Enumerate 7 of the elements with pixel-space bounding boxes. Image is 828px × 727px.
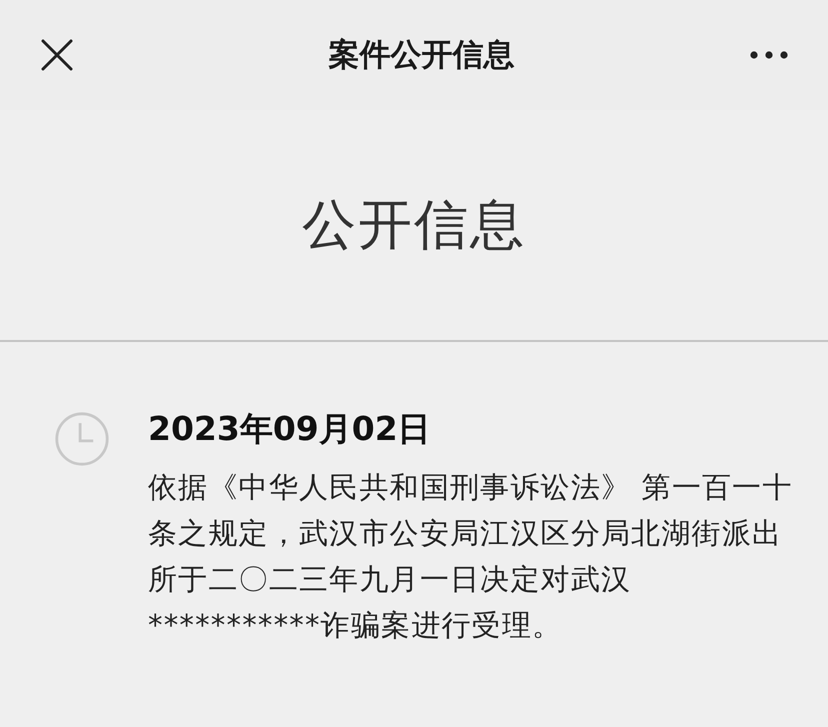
entry-date: 2023年09月02日 bbox=[148, 408, 431, 450]
page-title: 案件公开信息 bbox=[328, 36, 514, 75]
more-icon[interactable] bbox=[750, 51, 788, 59]
close-icon[interactable] bbox=[41, 39, 73, 71]
entry-text: 依据《中华人民共和国刑事诉讼法》 第一百一十条之规定，武汉市公安局江汉区分局北湖街派出所于二〇二三年九月一日决定对武汉***********诈骗案进行受理。 bbox=[148, 469, 794, 644]
clock-icon bbox=[54, 410, 110, 468]
section-heading: 公开信息 bbox=[302, 192, 526, 258]
